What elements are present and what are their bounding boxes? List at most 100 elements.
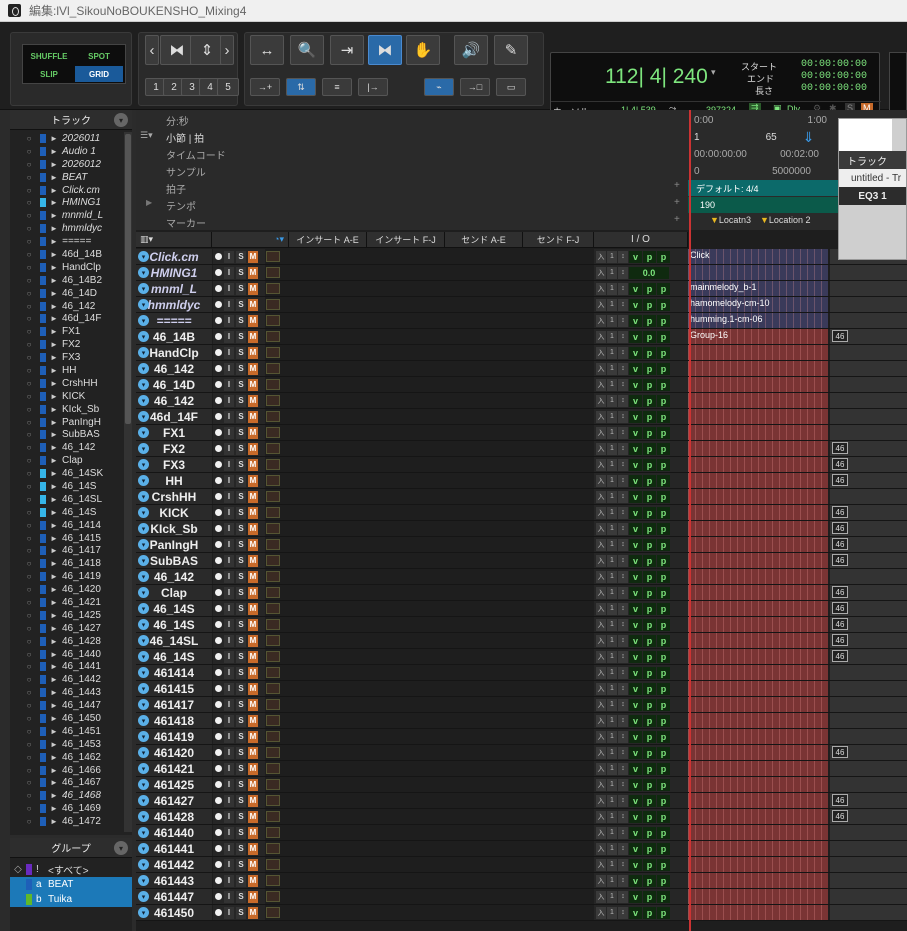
insert-slot[interactable] <box>266 715 280 726</box>
volume-value[interactable]: 0.0 <box>629 266 669 279</box>
input-selector[interactable]: 入 <box>596 666 606 679</box>
track-info-icon[interactable]: ▾ <box>138 251 149 262</box>
mute-button[interactable]: M <box>248 698 258 711</box>
track-playlist-tail[interactable] <box>830 889 907 904</box>
record-arm-button[interactable] <box>215 893 222 900</box>
track-playlist-tail[interactable]: 46 <box>830 457 907 472</box>
track-name[interactable]: ▾ KICK <box>136 505 212 520</box>
ruler-menu-icon[interactable]: ☰▾ <box>140 130 153 141</box>
pan-button-right[interactable]: p <box>657 602 670 615</box>
output-selector[interactable]: 1 <box>607 682 617 695</box>
visibility-dot-icon[interactable]: ○ <box>24 327 34 336</box>
fader-icon[interactable]: ↕ <box>618 282 628 295</box>
track-info-icon[interactable]: ▾ <box>138 859 149 870</box>
track-name[interactable]: ▾ 461425 <box>136 777 212 792</box>
track-list-item[interactable]: ○ ► KIck_Sb <box>10 403 122 416</box>
track-info-icon[interactable]: ▾ <box>138 683 149 694</box>
input-selector[interactable]: 入 <box>596 794 606 807</box>
track-info-icon[interactable]: ▾ <box>138 459 149 470</box>
input-selector[interactable]: 入 <box>596 906 606 919</box>
input-monitor-button[interactable]: I <box>224 346 234 359</box>
track-list-item[interactable]: ○ ► 46_1469 <box>10 802 122 815</box>
visibility-dot-icon[interactable]: ○ <box>24 650 34 659</box>
track-clips[interactable] <box>688 521 828 536</box>
solo-button[interactable]: S <box>236 314 246 327</box>
track-list-item[interactable]: ○ ► 46_1440 <box>10 648 122 661</box>
fader-icon[interactable]: ↕ <box>618 858 628 871</box>
track-list-item[interactable]: ○ ► FX3 <box>10 351 122 364</box>
volume-button[interactable]: v <box>629 810 642 823</box>
volume-button[interactable]: v <box>629 394 642 407</box>
track-row[interactable]: ▾ SubBAS I S M 入 1 ↕ v p p 46 <box>136 553 907 569</box>
visibility-dot-icon[interactable]: ○ <box>24 675 34 684</box>
input-selector[interactable]: 入 <box>596 618 606 631</box>
input-selector[interactable]: 入 <box>596 570 606 583</box>
track-row[interactable]: ▾ FX3 I S M 入 1 ↕ v p p 46 <box>136 457 907 473</box>
track-playlist-tail[interactable] <box>830 297 907 312</box>
track-info-icon[interactable]: ▾ <box>138 443 149 454</box>
visibility-dot-icon[interactable]: ○ <box>24 302 34 311</box>
solo-button[interactable]: S <box>236 906 246 919</box>
track-info-icon[interactable]: ▾ <box>138 283 149 294</box>
pan-button-right[interactable]: p <box>657 634 670 647</box>
output-selector[interactable]: 1 <box>607 538 617 551</box>
output-selector[interactable]: 1 <box>607 410 617 423</box>
visibility-dot-icon[interactable]: ○ <box>24 572 34 581</box>
track-clips[interactable] <box>688 601 828 616</box>
visibility-dot-icon[interactable]: ○ <box>24 482 34 491</box>
track-row[interactable]: ▾ 461417 I S M 入 1 ↕ v p p <box>136 697 907 713</box>
track-info-icon[interactable]: ▾ <box>138 571 149 582</box>
output-selector[interactable]: 1 <box>607 506 617 519</box>
pan-button[interactable]: p <box>643 570 656 583</box>
pan-button-right[interactable]: p <box>657 538 670 551</box>
track-info-icon[interactable]: ▾ <box>138 891 149 902</box>
volume-button[interactable]: v <box>629 458 642 471</box>
add-marker-icon[interactable]: + <box>674 214 680 225</box>
tempo-marker[interactable]: 190 <box>688 197 838 213</box>
mute-button[interactable]: M <box>248 810 258 823</box>
solo-button[interactable]: S <box>236 746 246 759</box>
volume-button[interactable]: v <box>629 554 642 567</box>
track-list-item[interactable]: ○ ► HMING1 <box>10 196 122 209</box>
pan-button[interactable]: p <box>643 282 656 295</box>
track-name[interactable]: ▾ 46_142 <box>136 361 212 376</box>
input-selector[interactable]: 入 <box>596 634 606 647</box>
visibility-dot-icon[interactable]: ○ <box>24 211 34 220</box>
record-arm-button[interactable] <box>215 765 222 772</box>
track-row[interactable]: ▾ 46_14B I S M 入 1 ↕ v p p Group-16 46 <box>136 329 907 345</box>
pan-button-right[interactable]: p <box>657 394 670 407</box>
fader-icon[interactable]: ↕ <box>618 490 628 503</box>
track-clips[interactable] <box>688 361 828 376</box>
input-selector[interactable]: 入 <box>596 506 606 519</box>
input-monitor-button[interactable]: I <box>224 394 234 407</box>
pan-button-right[interactable]: p <box>657 378 670 391</box>
track-clips[interactable] <box>688 409 828 424</box>
volume-button[interactable]: v <box>629 538 642 551</box>
solo-button[interactable]: S <box>236 714 246 727</box>
track-row[interactable]: ▾ 46d_14F I S M 入 1 ↕ v p p <box>136 409 907 425</box>
output-selector[interactable]: 1 <box>607 698 617 711</box>
track-name[interactable]: ▾ 461418 <box>136 713 212 728</box>
track-playlist-tail[interactable]: 46 <box>830 441 907 456</box>
record-arm-button[interactable] <box>215 365 222 372</box>
track-info-icon[interactable]: ▾ <box>138 555 149 566</box>
volume-button[interactable]: v <box>629 362 642 375</box>
output-selector[interactable]: 1 <box>607 282 617 295</box>
visibility-dot-icon[interactable]: ○ <box>24 495 34 504</box>
fader-icon[interactable]: ↕ <box>618 890 628 903</box>
track-playlist-tail[interactable]: 46 <box>830 585 907 600</box>
record-arm-button[interactable] <box>215 717 222 724</box>
track-list-item[interactable]: ○ ► Audio 1 <box>10 145 122 158</box>
insert-slot[interactable] <box>266 859 280 870</box>
track-name[interactable]: ▾ 461441 <box>136 841 212 856</box>
track-list-item[interactable]: ○ ► CrshHH <box>10 377 122 390</box>
zoom-out-left-icon[interactable]: ‹ <box>145 35 159 65</box>
input-monitor-button[interactable]: I <box>224 378 234 391</box>
track-row[interactable]: ▾ KIck_Sb I S M 入 1 ↕ v p p 46 <box>136 521 907 537</box>
pan-button-right[interactable]: p <box>657 474 670 487</box>
solo-button[interactable]: S <box>236 538 246 551</box>
record-arm-button[interactable] <box>215 285 222 292</box>
visibility-dot-icon[interactable]: ○ <box>24 637 34 646</box>
track-list-item[interactable]: ○ ► 46_1451 <box>10 725 122 738</box>
track-clips[interactable] <box>688 633 828 648</box>
